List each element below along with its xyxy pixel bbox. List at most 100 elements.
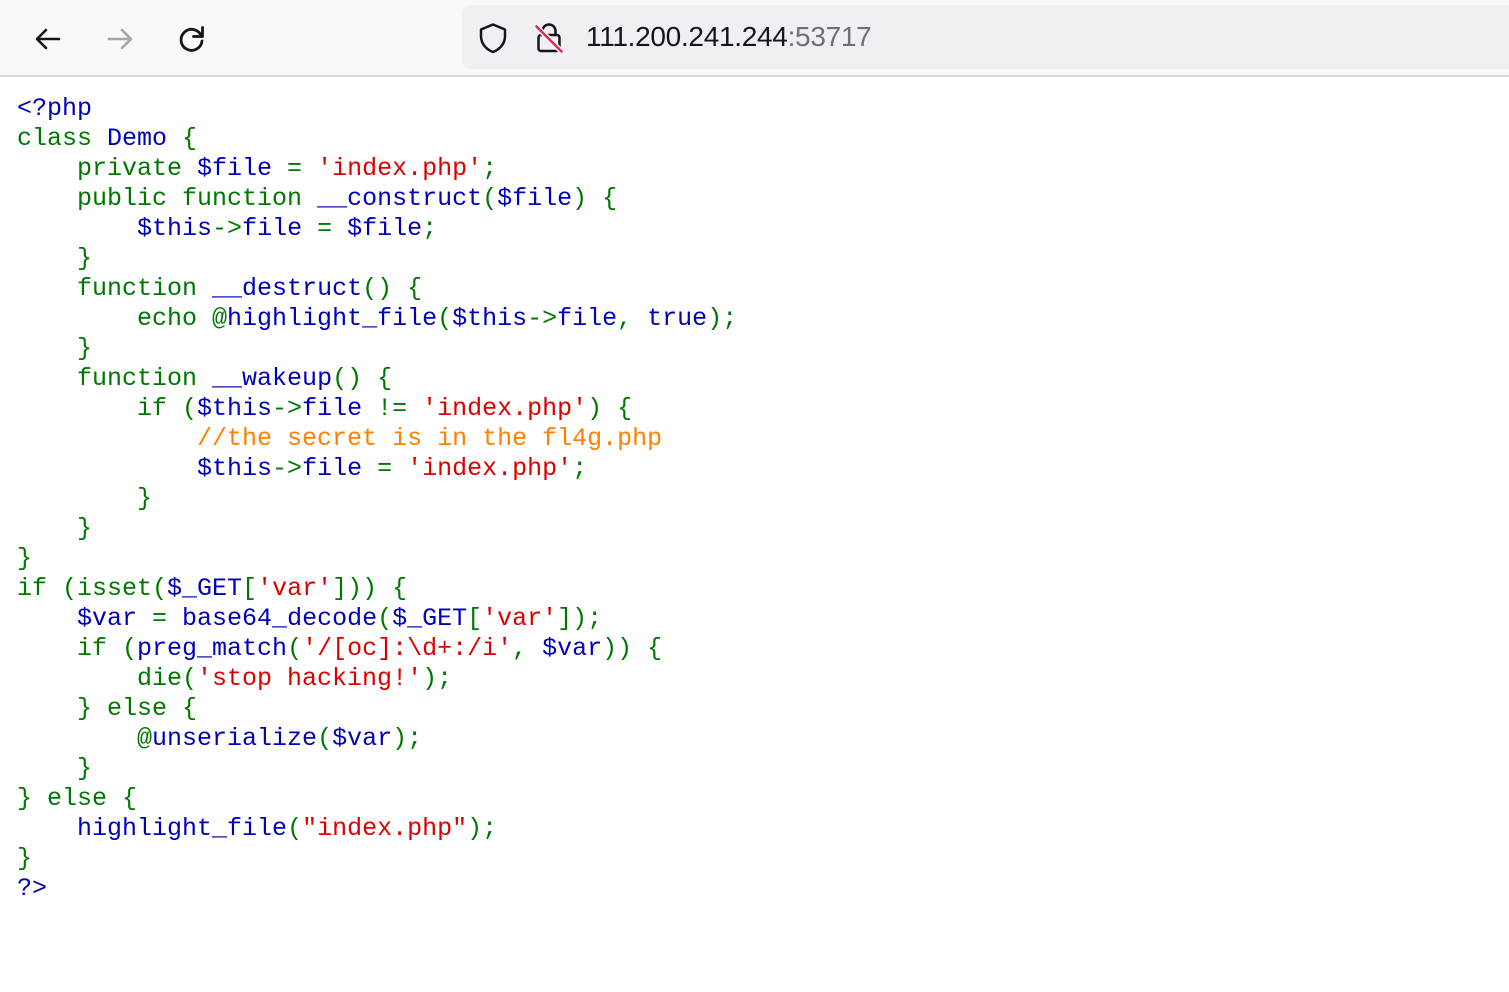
code-token-default: $var <box>332 724 393 753</box>
code-line: if (preg_match('/[oc]:\d+:/i', $var)) { <box>17 634 737 664</box>
code-token-keyword: if ( <box>17 394 198 423</box>
arrow-left-icon <box>35 28 61 50</box>
code-token-keyword: } <box>17 544 33 573</box>
site-security-button[interactable] <box>532 21 566 55</box>
code-line: } <box>17 844 737 874</box>
code-token-keyword: } else { <box>17 784 138 813</box>
code-token-default: highlight_file <box>227 304 438 333</box>
code-token-keyword: } <box>17 334 93 363</box>
code-line: } <box>17 544 737 574</box>
forward-button[interactable] <box>95 14 145 64</box>
code-token-keyword: } <box>17 514 93 543</box>
code-token-keyword: = <box>287 154 318 183</box>
code-token-keyword: function <box>17 274 213 303</box>
code-token-default: __construct <box>317 184 483 213</box>
code-token-default: $_GET <box>167 574 243 603</box>
code-token-keyword: -> <box>527 304 558 333</box>
url-text[interactable]: 111.200.241.244:53717 <box>586 19 872 55</box>
code-token-keyword: -> <box>272 394 303 423</box>
code-token-keyword: [ <box>242 574 258 603</box>
code-token-keyword: [ <box>467 604 483 633</box>
code-token-keyword: } <box>17 844 33 873</box>
code-token-keyword: , <box>512 634 543 663</box>
code-token-default: Demo <box>107 124 183 153</box>
code-token-keyword: die( <box>17 664 198 693</box>
code-token-keyword <box>17 604 77 633</box>
code-token-default: ?> <box>17 874 48 903</box>
code-token-keyword: , <box>617 304 648 333</box>
code-line: $this->file = $file; <box>17 214 737 244</box>
code-line: highlight_file("index.php"); <box>17 814 737 844</box>
code-token-keyword: () { <box>332 364 393 393</box>
code-line: //the secret is in the fl4g.php <box>17 424 737 454</box>
code-token-keyword: ]); <box>557 604 603 633</box>
back-button[interactable] <box>23 14 73 64</box>
code-token-keyword: != <box>377 394 423 423</box>
arrow-right-icon <box>107 28 133 50</box>
code-line: } <box>17 244 737 274</box>
code-line: if ($this->file != 'index.php') { <box>17 394 737 424</box>
address-bar[interactable]: 111.200.241.244:53717 <box>462 5 1509 69</box>
code-token-default: $var <box>77 604 153 633</box>
reload-icon <box>179 26 204 52</box>
code-token-default: $this <box>197 394 273 423</box>
reload-button[interactable] <box>167 14 217 64</box>
code-line: } <box>17 754 737 784</box>
code-line: } else { <box>17 694 737 724</box>
code-token-default: preg_match <box>137 634 288 663</box>
code-token-keyword: ( <box>287 634 303 663</box>
code-token-keyword: ( <box>317 724 333 753</box>
code-line: } <box>17 514 737 544</box>
code-token-keyword: ; <box>422 214 438 243</box>
code-line: echo @highlight_file($this->file, true); <box>17 304 737 334</box>
code-token-keyword: ) { <box>572 184 618 213</box>
code-line: @unserialize($var); <box>17 724 737 754</box>
code-token-keyword: )) { <box>602 634 663 663</box>
code-token-keyword <box>17 454 197 483</box>
code-line: ?> <box>17 874 737 904</box>
code-token-keyword: = <box>317 214 348 243</box>
code-token-keyword <box>17 424 197 453</box>
code-token-default: __wakeup <box>212 364 333 393</box>
code-token-default: highlight_file <box>77 814 288 843</box>
code-token-keyword: = <box>377 454 408 483</box>
code-token-default: $file <box>497 184 573 213</box>
code-line: $var = base64_decode($_GET['var']); <box>17 604 737 634</box>
url-port: :53717 <box>787 21 872 52</box>
code-line: } else { <box>17 784 737 814</box>
code-token-keyword: } <box>17 244 93 273</box>
code-token-string: 'index.php' <box>422 394 588 423</box>
tracking-protection-button[interactable] <box>476 21 510 55</box>
code-token-keyword: ); <box>707 304 738 333</box>
code-token-keyword: () { <box>362 274 423 303</box>
code-token-keyword: if (isset( <box>17 574 168 603</box>
code-line: } <box>17 484 737 514</box>
code-token-keyword: ( <box>377 604 393 633</box>
code-token-string: 'var' <box>257 574 333 603</box>
code-token-default: $file <box>347 214 423 243</box>
code-token-default: $this <box>452 304 528 333</box>
code-token-string: 'stop hacking!' <box>197 664 423 693</box>
url-host: 111.200.241.244 <box>586 21 788 52</box>
code-token-default: file <box>302 454 378 483</box>
code-token-keyword: -> <box>212 214 243 243</box>
code-line: } <box>17 334 737 364</box>
code-token-default: <?php <box>17 94 93 123</box>
code-line: function __wakeup() { <box>17 364 737 394</box>
code-line: if (isset($_GET['var'])) { <box>17 574 737 604</box>
code-token-string: 'index.php' <box>407 454 573 483</box>
code-token-keyword <box>17 214 137 243</box>
code-token-keyword <box>17 814 77 843</box>
code-token-comment: //the secret is in the fl4g.php <box>197 424 663 453</box>
code-token-string: "index.php" <box>302 814 468 843</box>
code-token-keyword: ( <box>482 184 498 213</box>
code-token-keyword: function <box>17 364 213 393</box>
code-token-keyword: ); <box>467 814 498 843</box>
code-token-keyword: ( <box>437 304 453 333</box>
code-token-string: '/[oc]:\d+:/i' <box>302 634 513 663</box>
code-token-keyword: public function <box>17 184 318 213</box>
code-token-keyword: private <box>17 154 198 183</box>
shield-icon <box>479 23 507 54</box>
code-token-default: $this <box>197 454 273 483</box>
code-token-keyword: -> <box>272 454 303 483</box>
